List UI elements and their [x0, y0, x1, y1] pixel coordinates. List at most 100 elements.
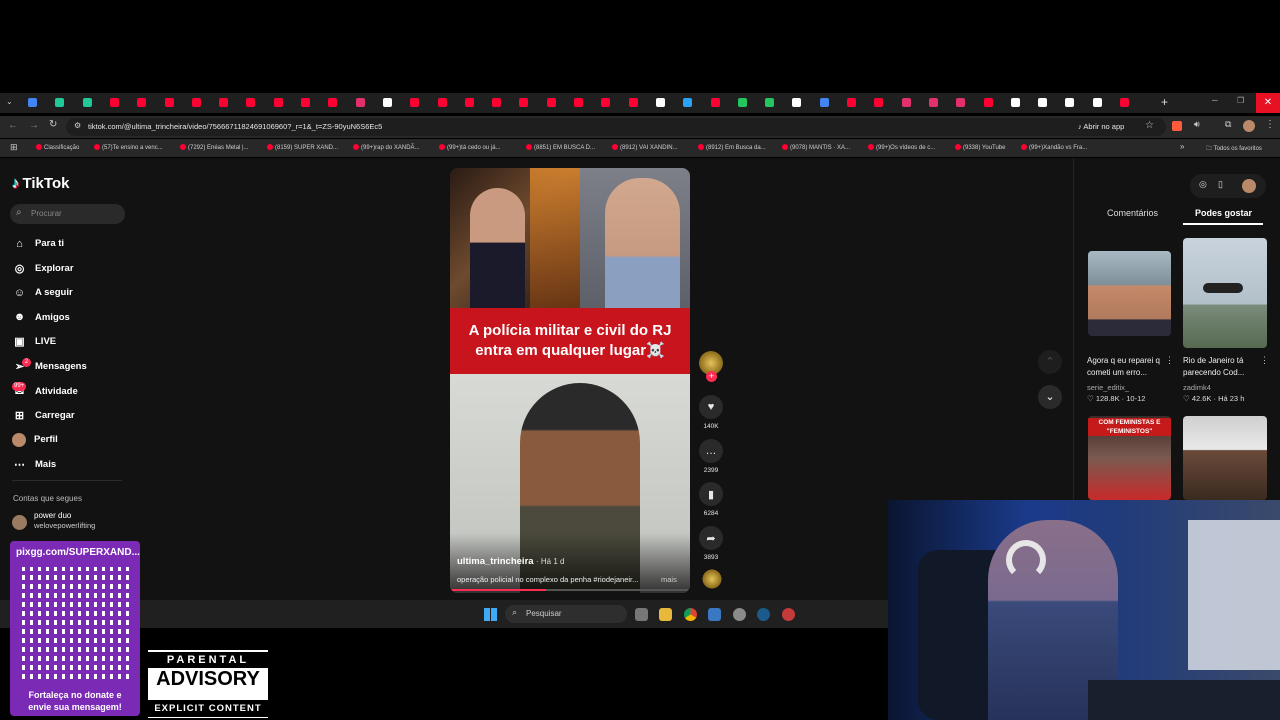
like-action[interactable]: ♥ 140K — [698, 395, 724, 430]
chrome-icon[interactable] — [684, 608, 697, 621]
settings-icon[interactable] — [733, 608, 746, 621]
new-tab-button[interactable]: + — [1161, 95, 1168, 109]
bookmark-item[interactable]: Classificação — [36, 144, 79, 151]
bookmark-item[interactable]: (8912) Em Busca da... — [698, 144, 766, 151]
bookmark-item[interactable]: (8159) SUPER XAND... — [267, 144, 338, 151]
search-input[interactable]: ⌕ Procurar — [10, 204, 125, 224]
bookmark-item[interactable]: (9338) YouTube — [955, 144, 1005, 151]
bookmark-item[interactable]: (8851) EM BUSCA D... — [526, 144, 595, 151]
share-action[interactable]: ➦ 3893 — [698, 526, 724, 561]
task-view-icon[interactable] — [635, 608, 648, 621]
recommended-caption-2[interactable]: Rio de Janeiro tá parecendo Cod... — [1183, 355, 1259, 379]
extensions-puzzle-icon[interactable]: ⧉ — [1225, 119, 1231, 130]
bookmark-item[interactable]: (8912) VAI XANDIN... — [612, 144, 678, 151]
browser-tab[interactable] — [28, 98, 37, 107]
recommended-thumb-2[interactable] — [1183, 238, 1267, 348]
music-disc-icon[interactable] — [701, 568, 723, 590]
all-favorites-folder[interactable]: 🗀︎ Todos os favoritos — [1206, 144, 1262, 154]
recommended-thumb-4[interactable] — [1183, 416, 1267, 500]
taskbar-search[interactable]: ⌕ Pesquisar — [505, 605, 627, 623]
profile-avatar[interactable] — [1243, 120, 1255, 132]
extension-icon[interactable] — [1172, 121, 1182, 131]
bookmark-star-icon[interactable]: ☆ — [1145, 120, 1154, 131]
tab-search-button[interactable]: ⌄ — [6, 97, 16, 107]
browser-tab[interactable] — [601, 98, 611, 107]
maximize-button[interactable]: ❐ — [1237, 96, 1244, 105]
browser-tab[interactable] — [574, 98, 583, 107]
bookmarks-overflow-icon[interactable]: » — [1180, 142, 1184, 151]
browser-tab[interactable] — [273, 98, 283, 107]
menu-icon[interactable]: ⋮ — [1265, 119, 1275, 130]
browser-tab[interactable] — [983, 98, 993, 107]
sidebar-item-mais[interactable]: ⋯ Mais — [12, 457, 56, 472]
sidebar-item-explorar[interactable]: ◎ Explorar — [12, 261, 74, 276]
browser-tab[interactable] — [737, 98, 747, 107]
apps-grid-icon[interactable]: ⊞ — [10, 142, 18, 153]
audio-icon[interactable]: 🔊︎ — [1194, 119, 1200, 130]
browser-tab[interactable] — [82, 98, 92, 107]
recommended-caption-1[interactable]: Agora q eu reparei q cometi um erro... — [1087, 355, 1167, 379]
video-player[interactable]: A polícia militar e civil do RJ entra em… — [450, 168, 690, 593]
browser-tab[interactable] — [492, 98, 502, 107]
bookmark-item[interactable]: (99+)tá cedo ou já... — [439, 144, 501, 151]
device-icon[interactable]: ▯ — [1218, 179, 1223, 190]
browser-tab[interactable] — [191, 98, 201, 107]
browser-tab[interactable] — [628, 98, 638, 107]
bookmark-item[interactable]: (57)Te ensino a venc... — [94, 144, 163, 151]
bookmark-item[interactable]: (99+)rap do XANDÃ... — [353, 144, 420, 151]
browser-tab[interactable] — [519, 98, 529, 107]
app-icon-red[interactable] — [782, 608, 795, 621]
back-button[interactable]: ← — [8, 120, 18, 131]
reload-button[interactable]: ↻ — [49, 119, 57, 130]
bookmark-item[interactable]: (9078) MANTIS · XA... — [782, 144, 850, 151]
video-more-link[interactable]: mais — [661, 575, 677, 584]
previous-video-button[interactable]: ⌃ — [1038, 350, 1062, 374]
browser-tab[interactable] — [1120, 98, 1129, 107]
browser-tab[interactable] — [683, 98, 693, 107]
tab-recommended[interactable]: Podes gostar — [1195, 208, 1252, 218]
browser-tab[interactable] — [55, 98, 65, 107]
recommended-thumb-1[interactable] — [1088, 251, 1171, 336]
browser-tab[interactable] — [301, 98, 310, 107]
tab-comments[interactable]: Comentários — [1107, 208, 1158, 218]
browser-tab[interactable] — [164, 98, 174, 107]
recommended-options-icon-2[interactable]: ⋮ — [1260, 355, 1269, 366]
steam-icon[interactable] — [757, 608, 770, 621]
browser-tab[interactable] — [382, 98, 392, 107]
browser-tab[interactable] — [874, 98, 884, 107]
video-progress-bar[interactable] — [450, 589, 690, 591]
sidebar-item-carregar[interactable]: ⊞ Carregar — [12, 408, 75, 423]
recommended-user-1[interactable]: serie_editix_ — [1087, 383, 1129, 392]
explore-compass-icon[interactable]: ◎ — [1199, 179, 1207, 190]
recommended-user-2[interactable]: zadimk4 — [1183, 383, 1211, 392]
file-explorer-icon[interactable] — [659, 608, 672, 621]
forward-button[interactable]: → — [29, 120, 39, 131]
user-avatar[interactable] — [1242, 179, 1256, 193]
open-in-app-button[interactable]: ♪ Abrir no app — [1078, 122, 1124, 131]
save-action[interactable]: ▮ 6284 — [698, 482, 724, 517]
minimize-button[interactable]: – — [1212, 95, 1218, 106]
close-window-button[interactable]: ✕ — [1256, 93, 1280, 113]
browser-tab[interactable] — [1065, 98, 1075, 107]
browser-tab[interactable] — [546, 98, 556, 107]
recommended-options-icon-1[interactable]: ⋮ — [1165, 355, 1174, 366]
sidebar-item-live[interactable]: ▣ LIVE — [12, 334, 56, 349]
windows-start-icon[interactable] — [484, 608, 497, 621]
browser-tab[interactable] — [710, 98, 720, 107]
browser-tab[interactable] — [137, 98, 147, 107]
browser-tab[interactable] — [901, 98, 911, 107]
browser-tab[interactable] — [765, 98, 775, 107]
sidebar-item-para-ti[interactable]: ⌂ Para ti — [12, 236, 64, 251]
browser-tab[interactable] — [1092, 98, 1102, 107]
browser-tab[interactable] — [1038, 98, 1048, 107]
browser-tab[interactable] — [464, 98, 474, 107]
browser-tab[interactable] — [355, 98, 365, 107]
browser-tab[interactable] — [655, 98, 665, 107]
tiktok-logo[interactable]: ♪ TikTok — [12, 175, 69, 192]
browser-tab[interactable] — [219, 98, 229, 107]
browser-tab[interactable] — [847, 98, 856, 107]
follow-plus-icon[interactable]: + — [706, 371, 717, 382]
browser-tab[interactable] — [928, 98, 938, 107]
sidebar-item-perfil[interactable]: Perfil — [12, 432, 58, 447]
url-field[interactable]: ⚙ tiktok.com/@ultima_trincheira/video/75… — [66, 118, 1166, 136]
